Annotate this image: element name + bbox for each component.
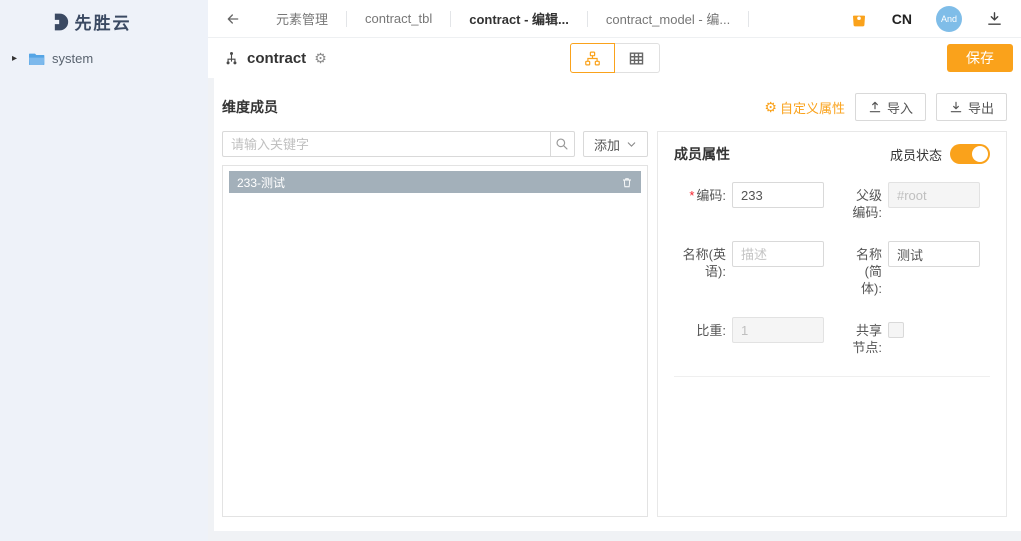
add-label: 添加 <box>593 137 620 153</box>
field-shared-node: 共享节点: <box>846 317 904 356</box>
content-header: 维度成员 ⚙ 自定义属性 导入 导出 <box>222 93 1007 121</box>
tab-contract-edit-active[interactable]: contract - 编辑... <box>451 9 587 28</box>
member-status-toggle[interactable] <box>950 144 990 164</box>
search-icon <box>556 138 569 150</box>
tab-separator <box>748 10 750 27</box>
name-cn-input[interactable] <box>888 241 980 267</box>
import-button[interactable]: 导入 <box>854 93 926 121</box>
field-name-en: 名称(英语): <box>674 241 824 280</box>
member-status-group: 成员状态 <box>890 144 990 164</box>
form-row: *编码: 父级编码: <box>674 182 990 221</box>
code-label: * 编码: <box>689 188 726 203</box>
back-button[interactable] <box>222 8 244 30</box>
sidebar: 先胜云 ▸ system <box>0 0 208 541</box>
page-title: contract <box>247 49 307 67</box>
org-chart-icon <box>584 51 600 65</box>
save-button[interactable]: 保存 <box>947 44 1013 72</box>
name-en-label: 名称(英语): <box>682 247 726 279</box>
chevron-down-icon <box>627 141 636 147</box>
hierarchy-icon <box>226 51 237 64</box>
brand-logo: 先胜云 <box>0 9 208 34</box>
table-view-button[interactable] <box>614 43 660 73</box>
form-row: 名称(英语): 名称(简体): <box>674 241 990 297</box>
weight-label: 比重: <box>696 323 726 338</box>
shared-node-label: 共享节点: <box>852 323 882 355</box>
header-actions: ⚙ 自定义属性 导入 导出 <box>764 93 1007 121</box>
page-title-group: contract ⚙ <box>224 50 327 67</box>
search-input[interactable] <box>222 131 550 157</box>
name-cn-label: 名称(简体): <box>855 247 882 296</box>
topbar-icon-group: CN And <box>850 5 1003 32</box>
custom-attributes-label: 自定义属性 <box>779 100 845 116</box>
view-toggle-group <box>569 43 660 73</box>
parent-code-label: 父级编码: <box>852 188 882 220</box>
list-item-selected[interactable]: 233-测试 <box>229 171 641 193</box>
custom-attributes-link[interactable]: ⚙ 自定义属性 <box>764 98 845 117</box>
sidebar-item-label: system <box>52 51 94 66</box>
tab-contract-tbl[interactable]: contract_tbl <box>347 11 450 26</box>
member-properties-panel: 成员属性 成员状态 * 编码: 233 父级编码: #root 名称(英语): … <box>657 131 1007 517</box>
delete-member-button[interactable] <box>621 176 633 189</box>
tab-element-management[interactable]: 元素管理 <box>258 9 346 28</box>
field-code: * 编码: <box>674 182 824 208</box>
member-form: *编码: 父级编码: 名称(英语): <box>658 174 1006 377</box>
member-status-label: 成员状态 <box>889 147 942 163</box>
app-store-bag-icon[interactable] <box>850 10 868 28</box>
panel-header: 成员属性 成员状态 <box>658 132 1006 174</box>
import-label: 导入 <box>886 100 913 116</box>
export-button[interactable]: 导出 <box>935 93 1007 121</box>
weight-input <box>732 317 824 343</box>
search-group <box>222 131 575 157</box>
trash-icon <box>623 177 631 187</box>
content-card: 维度成员 ⚙ 自定义属性 导入 导出 请输入关键字 添加 233-测试 成员属性… <box>214 78 1021 531</box>
parent-code-input <box>888 182 980 208</box>
name-en-input[interactable] <box>732 241 824 267</box>
language-switcher[interactable]: CN <box>892 11 912 27</box>
table-grid-icon <box>629 51 644 65</box>
add-member-button[interactable]: 添加 <box>582 131 648 157</box>
search-button[interactable] <box>549 131 575 157</box>
export-label: 导出 <box>967 100 994 116</box>
gear-icon: ⚙ <box>764 98 777 115</box>
main-area: 元素管理 contract_tbl contract - 编辑... contr… <box>208 0 1021 541</box>
tree-view-button[interactable] <box>569 43 615 73</box>
top-tab-bar: 元素管理 contract_tbl contract - 编辑... contr… <box>208 0 1021 38</box>
sidebar-item-system[interactable]: ▸ system <box>12 51 208 66</box>
toggle-knob <box>972 146 988 162</box>
panels: 添加 233-测试 <box>222 131 1007 517</box>
member-list-panel: 添加 233-测试 <box>222 131 648 517</box>
code-input[interactable] <box>732 182 824 208</box>
gear-icon[interactable]: ⚙ <box>314 50 327 67</box>
member-label: 233-测试 <box>237 175 286 190</box>
form-row: 比重: 共享节点: <box>674 317 990 356</box>
field-parent-code: 父级编码: <box>846 182 980 221</box>
download-icon[interactable] <box>986 10 1003 27</box>
field-name-cn: 名称(简体): <box>846 241 980 297</box>
tab-contract-model-edit[interactable]: contract_model - 编... <box>588 9 748 28</box>
arrow-left-icon <box>227 13 239 24</box>
member-list: 233-测试 <box>222 165 648 517</box>
required-asterisk: * <box>689 188 695 203</box>
dimension-members-title: 维度成员 <box>222 99 278 115</box>
upload-icon <box>869 101 881 113</box>
logo-d-icon <box>54 13 68 30</box>
logo-text: 先胜云 <box>74 14 132 33</box>
field-weight: 比重: <box>674 317 824 343</box>
download-tray-icon <box>950 101 962 113</box>
member-properties-title: 成员属性 <box>674 146 730 162</box>
shared-node-checkbox <box>888 322 904 338</box>
form-divider <box>674 376 990 377</box>
avatar[interactable]: And <box>936 5 962 32</box>
page-toolbar: contract ⚙ 保存 <box>208 38 1021 78</box>
caret-right-icon[interactable]: ▸ <box>12 53 22 64</box>
search-row: 添加 <box>222 131 648 157</box>
folder-icon <box>29 53 45 65</box>
app-window: 先胜云 ▸ system 元素管理 contract_tbl contract … <box>0 0 1021 541</box>
